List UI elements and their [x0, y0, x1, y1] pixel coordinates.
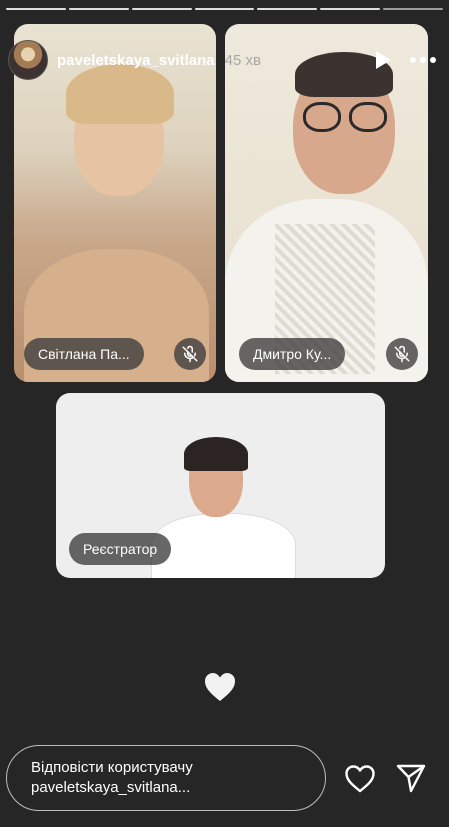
video-tile-registrar[interactable]: Реєстратор — [56, 393, 385, 578]
mic-off-icon — [386, 338, 418, 370]
play-icon[interactable] — [371, 48, 395, 72]
progress-segment — [6, 8, 66, 10]
reply-input[interactable]: Відповісти користувачу paveletskaya_svit… — [6, 745, 326, 811]
progress-segment — [131, 8, 192, 10]
post-time: 45 хв — [224, 51, 261, 69]
participant-name: Світлана Па... — [24, 338, 144, 370]
participant-figure — [151, 513, 296, 578]
mic-off-icon — [174, 338, 206, 370]
participant-name: Дмитро Ку... — [239, 338, 346, 370]
glasses-right — [349, 102, 387, 132]
avatar[interactable] — [8, 40, 48, 80]
progress-segment — [194, 8, 255, 10]
progress-segment — [257, 8, 318, 10]
glasses-left — [303, 102, 341, 132]
participant-name: Реєстратор — [69, 533, 172, 565]
story-header: paveletskaya_svitlana 45 хв — [8, 38, 437, 82]
progress-segment — [320, 8, 381, 10]
progress-segment — [68, 8, 129, 10]
heart-outline-icon[interactable] — [344, 764, 376, 794]
more-dots-icon[interactable] — [409, 48, 437, 72]
heart-icon — [204, 672, 236, 702]
username[interactable]: paveletskaya_svitlana — [57, 52, 215, 69]
participant-hair — [184, 437, 248, 471]
send-icon[interactable] — [396, 763, 426, 793]
story-progress-bar — [6, 8, 444, 11]
progress-segment — [383, 8, 444, 10]
